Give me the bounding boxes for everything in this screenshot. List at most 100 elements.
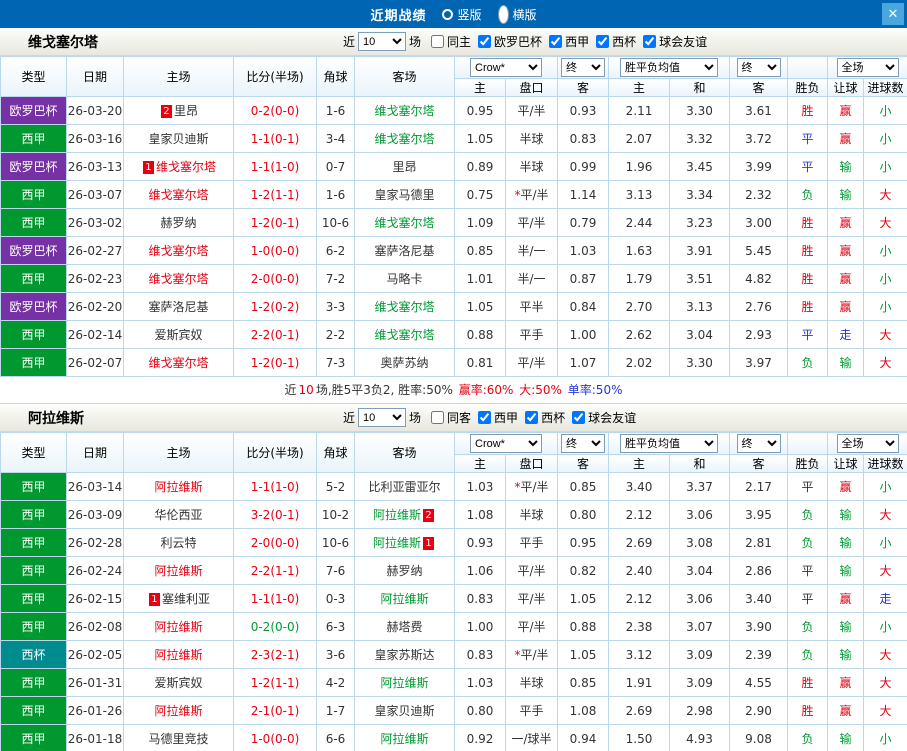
league-cell: 欧罗巴杯 [0, 96, 67, 125]
result-cell: 平 [787, 152, 828, 181]
layout-option-vertical[interactable]: 竖版 [442, 6, 482, 23]
team-text: 维戈塞尔塔 [374, 300, 435, 314]
away-team-cell: 赫塔费 [354, 612, 455, 641]
goals-cell: 大 [863, 348, 907, 377]
date-cell: 26-01-18 [66, 724, 124, 751]
handicap-result-cell: 赢 [827, 124, 864, 153]
handicap-cell: 半球 [505, 152, 558, 181]
radio-selected-icon[interactable] [497, 4, 509, 24]
avg-draw-cell: 3.06 [669, 584, 730, 613]
table-row: 欧罗巴杯 26-02-27 维戈塞尔塔 1-0(0-0) 6-2 塞萨洛尼基 0.85 半/一… [0, 236, 907, 265]
summary-segment: 大:50% [519, 383, 566, 397]
avg-win-cell: 3.12 [608, 640, 670, 669]
league-filter-0-checkbox[interactable] [478, 35, 492, 48]
avg-lose-cell: 2.39 [729, 640, 788, 669]
matches-table: 类型 日期 主场 比分(半场) 角球 客场 Crow* 终 胜平负均值 终 全场… [0, 432, 907, 751]
table-row: 西甲 26-02-24 阿拉维斯 2-2(1-1) 7-6 赫罗纳 1.06 平/半 0.82 2… [0, 556, 907, 585]
avg-odds-select[interactable]: 胜平负均值 [620, 58, 718, 77]
avg-draw-cell: 3.08 [669, 528, 730, 557]
date-cell: 26-02-23 [66, 264, 124, 293]
home-team-cell: 利云特 [123, 528, 234, 557]
team-text: 维戈塞尔塔 [148, 188, 209, 202]
table-row: 欧罗巴杯 26-02-20 塞萨洛尼基 1-2(0-2) 3-3 维戈塞尔塔 1.05 平半 0… [0, 292, 907, 321]
away-team-cell: 马略卡 [354, 264, 455, 293]
odds-final-select[interactable]: 终 [561, 58, 605, 77]
odds-source-select[interactable]: Crow* [470, 434, 542, 453]
league-filter-0-checkbox[interactable] [478, 411, 492, 424]
avg-lose-cell: 3.95 [729, 500, 788, 529]
league-filter-2-label: 西杯 [612, 35, 637, 49]
avg-lose-cell: 3.90 [729, 612, 788, 641]
league-cell: 西甲 [0, 500, 67, 529]
avg-win-cell: 2.07 [608, 124, 670, 153]
odds-away-cell: 0.84 [557, 292, 609, 321]
team-text: 利云特 [160, 536, 197, 550]
odds-home-cell: 0.92 [454, 724, 506, 751]
col-avg-lose: 客 [729, 78, 788, 97]
avg-draw-cell: 3.23 [669, 208, 730, 237]
same-scope-checkbox[interactable] [431, 35, 445, 48]
summary-segment: 场,胜5平3负2, 胜率:50% [315, 383, 457, 397]
league-filter-2-checkbox[interactable] [572, 411, 586, 424]
table-row: 西甲 26-02-23 维戈塞尔塔 2-0(0-0) 7-2 马略卡 1.01 半/一 0.87… [0, 264, 907, 293]
league-filter-2-checkbox[interactable] [596, 35, 610, 48]
handicap-result-cell: 赢 [827, 264, 864, 293]
odds-final-select[interactable]: 终 [561, 434, 605, 453]
close-button[interactable]: ✕ [882, 3, 904, 25]
goals-cell: 大 [863, 668, 907, 697]
result-cell: 胜 [787, 292, 828, 321]
away-team-cell: 皇家贝迪斯 [354, 696, 455, 725]
scope-select[interactable]: 全场 [836, 434, 899, 453]
result-cell: 负 [787, 180, 828, 209]
league-filter-1-checkbox[interactable] [525, 411, 539, 424]
team-text: 塞萨洛尼基 [374, 244, 435, 258]
table-row: 西甲 26-03-07 维戈塞尔塔 1-2(1-1) 1-6 皇家马德里 0.75 *平/半 1… [0, 180, 907, 209]
avg-lose-cell: 2.81 [729, 528, 788, 557]
league-filter-3-checkbox[interactable] [643, 35, 657, 48]
result-cell: 胜 [787, 236, 828, 265]
away-team-cell: 赫罗纳 [354, 556, 455, 585]
col-corner: 角球 [316, 56, 355, 97]
score-cell: 1-2(0-1) [233, 208, 317, 237]
date-cell: 26-01-26 [66, 696, 124, 725]
date-cell: 26-03-09 [66, 500, 124, 529]
handicap-result-cell: 赢 [827, 696, 864, 725]
league-filter-2-checkbox-label: 西杯 [596, 33, 636, 50]
asterisk-marker: * [514, 480, 521, 494]
avg-odds-select[interactable]: 胜平负均值 [620, 434, 718, 453]
league-cell: 欧罗巴杯 [0, 236, 67, 265]
col-result: 胜负 [787, 454, 828, 473]
odds-source-select[interactable]: Crow* [470, 58, 542, 77]
handicap-cell: *平/半 [505, 180, 558, 209]
avg-draw-cell: 4.93 [669, 724, 730, 751]
team-text: 塞维利亚 [161, 592, 210, 606]
away-team-cell: 阿拉维斯 1 [354, 528, 455, 557]
league-filter-0-label: 西甲 [494, 411, 519, 425]
league-cell: 欧罗巴杯 [0, 292, 67, 321]
goals-cell: 小 [863, 472, 907, 501]
radio-unselected-icon[interactable] [442, 8, 454, 20]
table-row: 西甲 26-01-18 马德里竞技 1-0(0-0) 6-6 阿拉维斯 0.92 一/球半 0.… [0, 724, 907, 751]
date-cell: 26-03-16 [66, 124, 124, 153]
league-filter-1-checkbox[interactable] [549, 35, 563, 48]
scope-select[interactable]: 全场 [836, 58, 899, 77]
avg-draw-cell: 3.32 [669, 124, 730, 153]
match-count-select[interactable]: 10 [358, 32, 407, 51]
avg-final-select[interactable]: 终 [736, 434, 781, 453]
avg-final-select[interactable]: 终 [736, 58, 781, 77]
col-goals: 进球数 [863, 454, 907, 473]
team-text: 比利亚雷亚尔 [368, 480, 441, 494]
score-cell: 1-1(1-0) [233, 584, 317, 613]
page-title: 近期战绩 [370, 8, 427, 24]
layout-option-horizontal[interactable]: 横版 [497, 4, 537, 24]
col-odds-away: 客 [557, 78, 609, 97]
result-cell: 胜 [787, 96, 828, 125]
home-team-cell: 皇家贝迪斯 [123, 124, 234, 153]
table-row: 西甲 26-02-14 爱斯宾奴 2-2(0-1) 2-2 维戈塞尔塔 0.88 平手 1.00… [0, 320, 907, 349]
col-odds-away: 客 [557, 454, 609, 473]
same-scope-checkbox[interactable] [431, 411, 445, 424]
handicap-result-cell: 赢 [827, 668, 864, 697]
col-away: 客场 [354, 56, 455, 97]
summary-segment: 赢率:60% [458, 383, 518, 397]
match-count-select[interactable]: 10 [358, 408, 407, 427]
